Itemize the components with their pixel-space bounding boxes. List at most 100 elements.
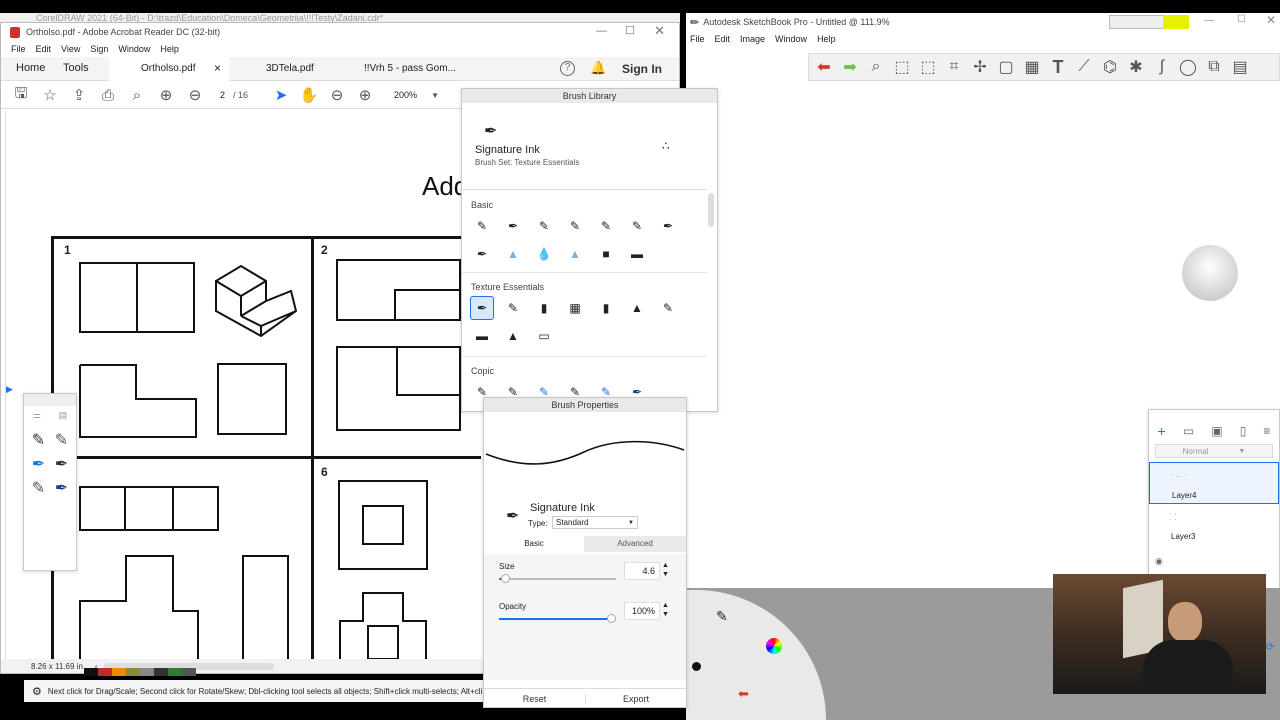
pen-brush-icon[interactable]: ✒ [29,454,48,474]
brush-airbrush[interactable]: ▲ [501,242,525,266]
tab-basic[interactable]: Basic [484,536,584,552]
home-tab[interactable]: Home [16,62,45,74]
transform-icon[interactable]: ✢ [967,54,993,80]
swatch-orange[interactable] [112,668,126,676]
size-stepper-icon[interactable]: ▲ ▼ [662,561,669,579]
swatch-dark[interactable] [154,668,168,676]
image-icon[interactable]: ▣ [1211,424,1222,438]
select-cursor-icon[interactable]: ➤ [270,84,292,106]
delete-layer-icon[interactable]: ▯ [1240,424,1247,438]
opacity-value-field[interactable]: 100% [624,602,660,620]
sk-menu-help[interactable]: Help [817,34,836,44]
curve-icon[interactable]: ∫ [1149,54,1175,80]
refresh-icon[interactable]: ⟳ [1266,642,1274,653]
sketch-maximize-button[interactable]: ☐ [1237,14,1246,25]
sketch-minimize-button[interactable]: — [1204,15,1214,26]
brush-marker[interactable]: ✎ [532,214,556,238]
print-icon[interactable]: ⎙ [97,84,119,106]
blend-mode-select[interactable]: Normal ▼ [1155,444,1273,458]
folder-icon[interactable]: ▭ [1183,424,1194,438]
color-swatch-light[interactable] [1109,15,1165,29]
zoom-in-icon[interactable]: ⊕ [354,84,376,106]
tools-tab[interactable]: Tools [63,62,89,74]
brush-technical-pen[interactable]: ✒ [501,214,525,238]
brush-hard[interactable]: ✎ [625,214,649,238]
opacity-stepper-icon[interactable]: ▲ ▼ [662,601,669,619]
brush-blender[interactable]: ■ [594,242,618,266]
swatch-green[interactable] [168,668,182,676]
expand-arrow-icon[interactable]: ▶ [6,384,13,395]
sk-menu-edit[interactable]: Edit [715,34,731,44]
layer-menu-icon[interactable]: ≡ [1263,424,1270,438]
size-slider-track[interactable] [499,574,616,583]
lagoon-dot-icon[interactable] [692,662,701,671]
zoom-level[interactable]: 200% [394,90,417,100]
reset-button[interactable]: Reset [484,694,585,704]
swatch-olive[interactable] [126,668,140,676]
sk-menu-image[interactable]: Image [740,34,765,44]
menu-file[interactable]: File [11,44,26,54]
brush-felt-tip[interactable]: ✎ [563,214,587,238]
maximize-button[interactable]: ☐ [625,24,635,37]
pencil-brush-icon[interactable]: ✎ [29,430,48,450]
tab-advanced[interactable]: Advanced [584,536,686,552]
symmetry-icon[interactable]: ✱ [1123,54,1149,80]
brush-ink[interactable]: ✒ [656,214,680,238]
menu-help[interactable]: Help [160,44,179,54]
ellipse-icon[interactable]: ◯ [1175,54,1201,80]
upload-icon[interactable]: ⇪ [68,84,90,106]
menu-window[interactable]: Window [118,44,150,54]
brush-texture-7[interactable]: ✎ [656,296,680,320]
lagoon-color-wheel-icon[interactable] [766,638,782,654]
text-icon[interactable]: T [1045,54,1071,80]
opacity-slider-track[interactable] [499,614,616,623]
zoom-dropdown-icon[interactable]: ▼ [431,91,439,100]
add-layer-icon[interactable]: + [1158,423,1166,439]
brush-texture-5[interactable]: ▮ [594,296,618,320]
size-value-field[interactable]: 4.6 [624,562,660,580]
opacity-slider-handle[interactable] [607,614,616,623]
star-icon[interactable]: ☆ [39,84,61,106]
brush-texture-9[interactable]: ▲ [501,324,525,348]
swatch-black[interactable] [84,668,98,676]
more-icon[interactable]: ▤ [1227,54,1253,80]
close-button[interactable]: ✕ [654,23,665,39]
brush-texture-2[interactable]: ✎ [501,296,525,320]
lagoon-brush-icon[interactable]: ✎ [716,608,728,625]
size-slider-handle[interactable] [500,574,510,583]
minimize-button[interactable]: — [596,25,607,37]
perspective-icon[interactable]: ⌬ [1097,54,1123,80]
grid-icon[interactable]: ▤ [59,410,68,421]
brush-pencil[interactable]: ✎ [470,214,494,238]
help-icon[interactable]: ? [560,61,575,76]
brush-texture-3[interactable]: ▮ [532,296,556,320]
hand-tool-icon[interactable]: ✋ [298,84,320,106]
copy-icon[interactable]: ⧉ [1201,54,1227,80]
tab-close-icon[interactable]: × [214,61,221,75]
brush-fine[interactable]: ✎ [594,214,618,238]
sk-menu-file[interactable]: File [690,34,705,44]
save-icon[interactable]: 🖫 [10,84,32,106]
brush-texture-4[interactable]: ▦ [563,296,587,320]
crop-icon[interactable]: ⌗ [941,54,967,80]
swatch-teal[interactable] [182,668,196,676]
ruler-icon[interactable]: ⟋ [1071,54,1097,80]
swatch-grey[interactable] [140,668,154,676]
puck-top[interactable] [1182,245,1238,301]
brush-triangle[interactable]: ▲ [563,242,587,266]
brush-eraser[interactable]: ▬ [625,242,649,266]
tab-vrh5[interactable]: !!Vrh 5 - pass Gom... [364,63,456,74]
prev-page-icon[interactable]: ⊕ [155,84,177,106]
select-icon[interactable]: ⬚ [889,54,915,80]
menu-edit[interactable]: Edit [36,44,52,54]
lagoon-arrow-icon[interactable]: ⬅ [738,686,749,702]
brush-list-scrollbar[interactable] [708,193,714,227]
zoom-icon[interactable]: ⌕ [863,54,889,80]
sign-in-button[interactable]: Sign In [622,62,662,76]
brush-water[interactable]: 💧 [532,242,556,266]
brush-texture-8[interactable]: ▬ [470,324,494,348]
brush-texture-6[interactable]: ▲ [625,296,649,320]
chisel-brush-icon[interactable]: ✒ [52,478,71,498]
ink-brush-icon[interactable]: ✒ [52,454,71,474]
zoom-out-search-icon[interactable]: ⌕ [126,84,148,106]
